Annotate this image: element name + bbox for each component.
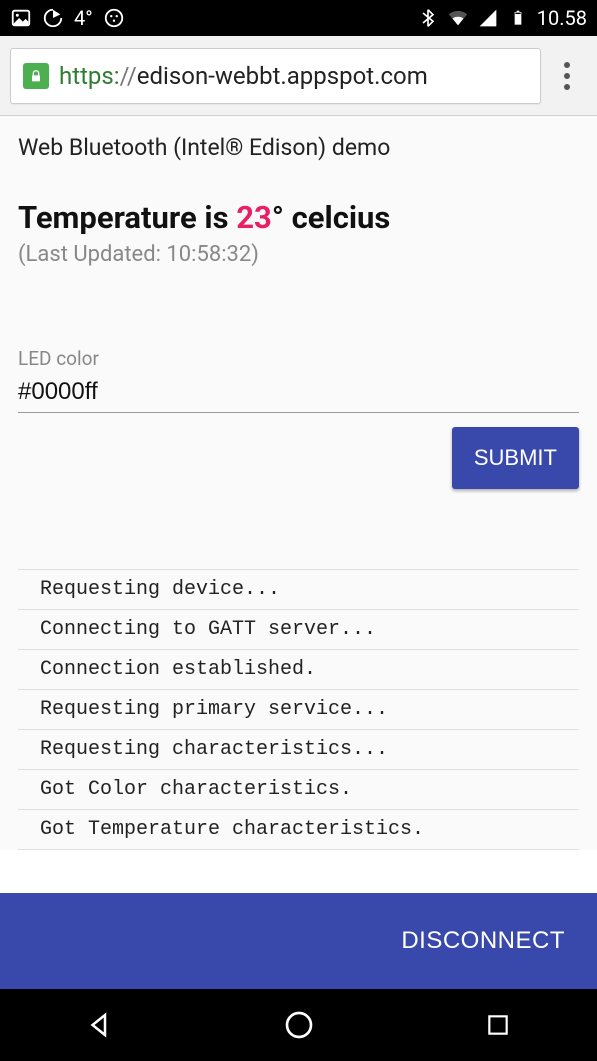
bottom-action-bar: DISCONNECT (0, 893, 597, 989)
submit-button[interactable]: SUBMIT (452, 427, 579, 489)
log-row: Connecting to GATT server... (18, 610, 579, 650)
log-row: Requesting primary service... (18, 690, 579, 730)
log-row: Requesting characteristics... (18, 730, 579, 770)
recents-button[interactable] (480, 1007, 516, 1043)
log-row: Got Temperature characteristics. (18, 810, 579, 850)
circle-ring-icon (42, 7, 64, 29)
home-button[interactable] (281, 1007, 317, 1043)
lock-icon (23, 63, 49, 89)
overflow-menu-icon[interactable] (547, 62, 587, 90)
temperature-value: 23 (236, 199, 272, 236)
status-temperature: 4° (74, 6, 93, 30)
demo-title: Web Bluetooth (Intel® Edison) demo (18, 134, 579, 161)
url-scheme: https: (59, 62, 120, 90)
led-color-input[interactable] (18, 374, 579, 413)
temperature-heading: Temperature is 23° celcius (18, 199, 579, 236)
wifi-icon (447, 7, 469, 29)
last-updated: (Last Updated: 10:58:32) (18, 242, 579, 267)
url-separator: // (120, 62, 137, 90)
url-text: https://edison-webbt.appspot.com (59, 62, 428, 90)
back-button[interactable] (82, 1007, 118, 1043)
updated-time: 10:58:32 (166, 242, 251, 267)
browser-toolbar: https://edison-webbt.appspot.com (0, 36, 597, 116)
image-icon (10, 7, 32, 29)
url-host: edison-webbt.appspot.com (137, 62, 428, 90)
log-list: Requesting device... Connecting to GATT … (18, 569, 579, 850)
face-icon (103, 7, 125, 29)
cell-signal-icon (477, 7, 499, 29)
updated-prefix: (Last Updated: (18, 242, 166, 267)
log-row: Got Color characteristics. (18, 770, 579, 810)
led-color-label: LED color (18, 347, 579, 370)
android-nav-bar (0, 989, 597, 1061)
android-status-bar: 4° 10.58 (0, 0, 597, 36)
status-clock: 10.58 (537, 6, 587, 30)
battery-icon (507, 7, 529, 29)
url-bar[interactable]: https://edison-webbt.appspot.com (10, 48, 541, 104)
page-content: Web Bluetooth (Intel® Edison) demo Tempe… (0, 116, 597, 850)
updated-suffix: ) (251, 242, 259, 267)
temperature-suffix: ° celcius (272, 199, 391, 236)
disconnect-button[interactable]: DISCONNECT (401, 927, 565, 955)
log-row: Requesting device... (18, 570, 579, 610)
bluetooth-icon (417, 7, 439, 29)
log-row: Connection established. (18, 650, 579, 690)
temperature-prefix: Temperature is (18, 199, 236, 236)
